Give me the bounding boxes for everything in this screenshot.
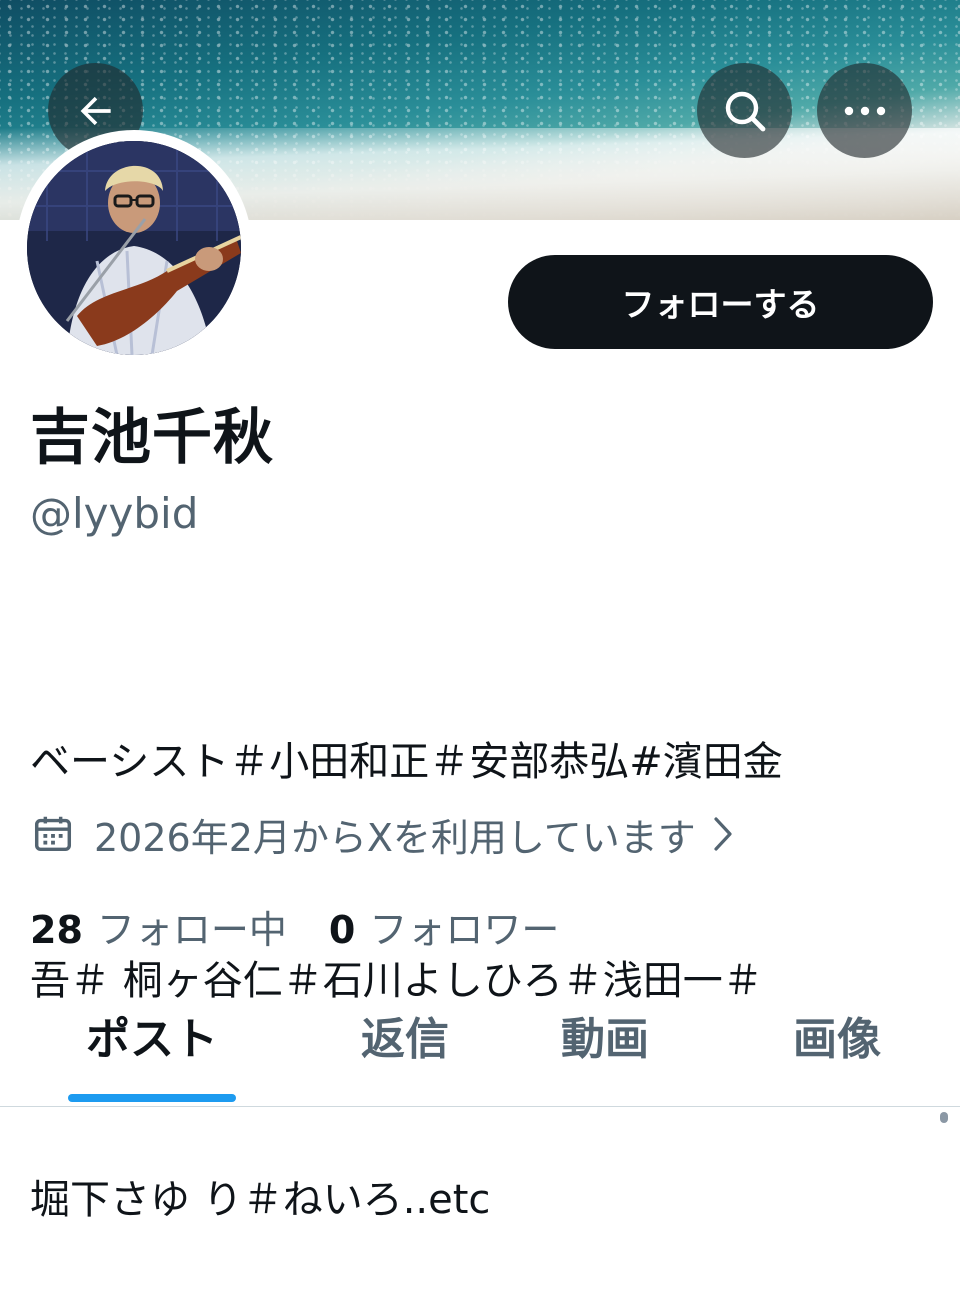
tab-replies[interactable]: 返信 (330, 990, 480, 1106)
follow-button[interactable]: フォローする (508, 255, 933, 349)
tab-videos[interactable]: 動画 (535, 990, 675, 1106)
follow-counts: 28 フォロー中 0 フォロワー (30, 898, 601, 954)
search-icon (721, 87, 769, 135)
tab-label: 返信 (361, 1014, 449, 1065)
chevron-right-icon (712, 816, 734, 852)
tab-label: 動画 (561, 1014, 649, 1065)
following-count: 28 (30, 907, 83, 952)
user-handle: @lyybid (30, 489, 199, 538)
avatar[interactable] (27, 141, 241, 355)
tab-images[interactable]: 画像 (762, 990, 912, 1106)
tab-posts[interactable]: ポスト (68, 990, 236, 1106)
calendar-icon (30, 811, 76, 857)
followers-link[interactable]: 0 フォロワー (329, 899, 559, 954)
tab-label: ポスト (86, 1014, 218, 1065)
scrollbar[interactable] (940, 1112, 948, 1123)
joined-date-text: 2026年2月からXを利用しています (94, 815, 696, 860)
following-link[interactable]: 28 フォロー中 (30, 899, 287, 954)
tab-label: 画像 (793, 1014, 881, 1065)
arrow-left-icon (74, 89, 118, 133)
followers-count: 0 (328, 907, 356, 952)
bio-line: 堀下さゆ り＃ねいろ..etc (30, 1177, 491, 1223)
more-options-button[interactable] (817, 63, 912, 158)
tabs-divider (0, 1106, 960, 1107)
bio-line: ベーシスト＃小田和正＃安部恭弘#濱田金 (30, 739, 783, 785)
active-tab-indicator (68, 1094, 236, 1102)
search-button[interactable] (697, 63, 792, 158)
followers-label: フォロワー (369, 907, 560, 952)
profile-tabs: ポスト 返信 動画 画像 (0, 990, 960, 1106)
display-name: 吉池千秋 (30, 403, 274, 473)
following-label: フォロー中 (96, 907, 287, 952)
joined-date-row[interactable]: 2026年2月からXを利用しています (30, 806, 734, 862)
more-horizontal-icon (841, 103, 889, 119)
